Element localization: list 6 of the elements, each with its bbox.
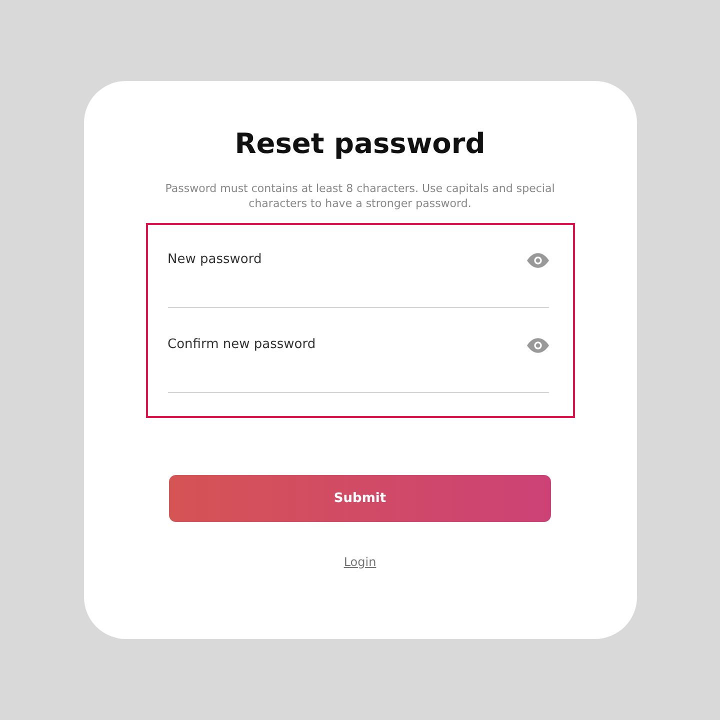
eye-icon[interactable] — [526, 338, 548, 353]
page-title: Reset password — [234, 127, 486, 161]
login-link[interactable]: Login — [344, 554, 376, 569]
description-text: Password must contains at least 8 characters. Use capitals and special characters to have a stronger password. — [165, 180, 555, 211]
eye-icon[interactable] — [526, 252, 548, 268]
submit-button[interactable]: Submit — [169, 474, 551, 522]
